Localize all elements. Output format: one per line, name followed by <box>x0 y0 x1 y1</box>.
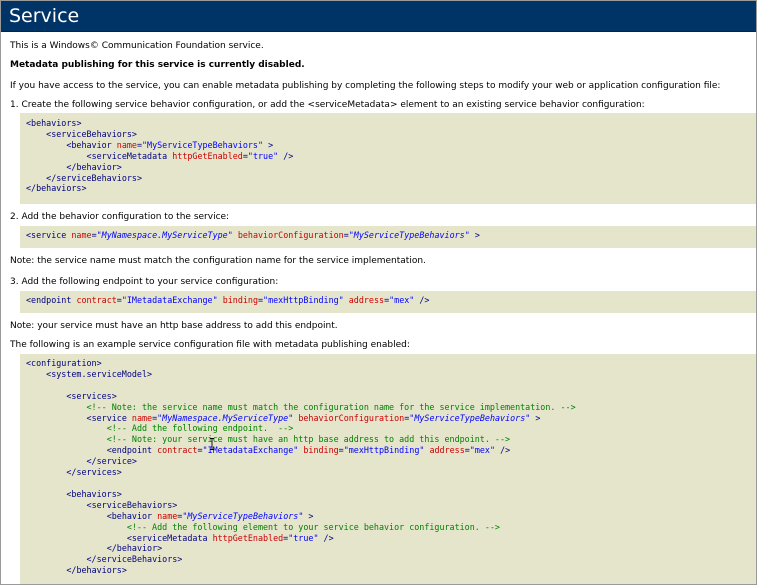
browser-page: Service This is a Windows© Communication… <box>0 0 757 585</box>
step3-text: 3. Add the following endpoint to your se… <box>10 277 279 287</box>
step2-text: 2. Add the behavior configuration to the… <box>10 212 230 222</box>
code-block-service: <service name="MyNamespace.MyServiceType… <box>20 226 756 248</box>
code-block-endpoint: <endpoint contract="IMetadataExchange" b… <box>20 291 756 313</box>
example-intro-text: The following is an example service conf… <box>10 340 410 350</box>
note-service-name: Note: the service name must match the co… <box>10 256 426 266</box>
step1-text: 1. Create the following service behavior… <box>10 100 645 110</box>
disabled-notice: Metadata publishing for this service is … <box>10 60 305 70</box>
page-header: Service <box>1 1 756 32</box>
intro-text: This is a Windows© Communication Foundat… <box>10 41 264 51</box>
page-title: Service <box>9 5 80 27</box>
text-cursor-icon <box>210 438 214 450</box>
instructions-text: If you have access to the service, you c… <box>10 81 721 91</box>
note-http-base: Note: your service must have an http bas… <box>10 321 338 331</box>
code-block-behavior-config: <behaviors> <serviceBehaviors> <behavior… <box>20 113 756 204</box>
code-block-full-config: <configuration> <system.serviceModel> <s… <box>20 354 756 584</box>
